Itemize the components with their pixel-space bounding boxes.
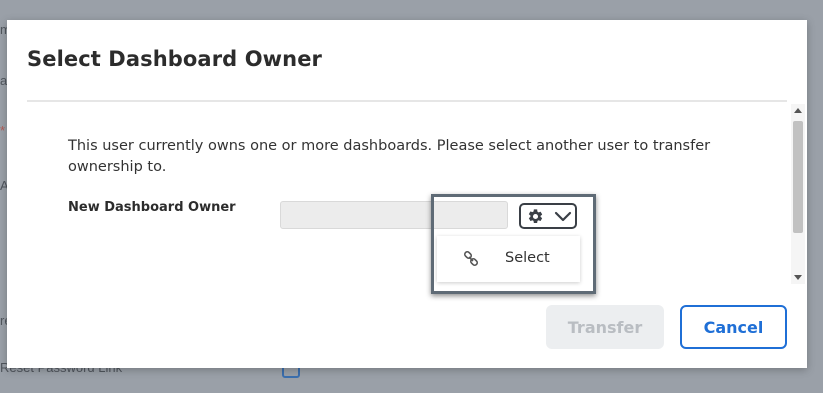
dialog-title: Select Dashboard Owner [27,47,322,71]
select-dashboard-owner-dialog: Select Dashboard Owner This user current… [7,20,807,368]
chevron-down-icon [554,209,572,228]
gear-icon [527,208,544,229]
dialog-body [27,105,791,285]
required-marker: * [0,123,6,138]
scroll-down-arrow-icon[interactable] [794,275,802,280]
link-icon [463,250,479,271]
scrollbar-thumb[interactable] [793,121,803,233]
transfer-message: This user currently owns one or more das… [68,138,711,175]
owner-menu-toggle[interactable] [519,203,577,229]
menu-item-select[interactable]: Select [437,236,580,282]
scroll-up-arrow-icon[interactable] [794,108,802,113]
dialog-scrollbar[interactable] [791,104,805,284]
new-owner-label: New Dashboard Owner [68,200,236,215]
title-divider [27,100,787,102]
transfer-button[interactable]: Transfer [546,305,664,349]
menu-item-label: Select [505,250,550,266]
cancel-button[interactable]: Cancel [680,305,787,349]
